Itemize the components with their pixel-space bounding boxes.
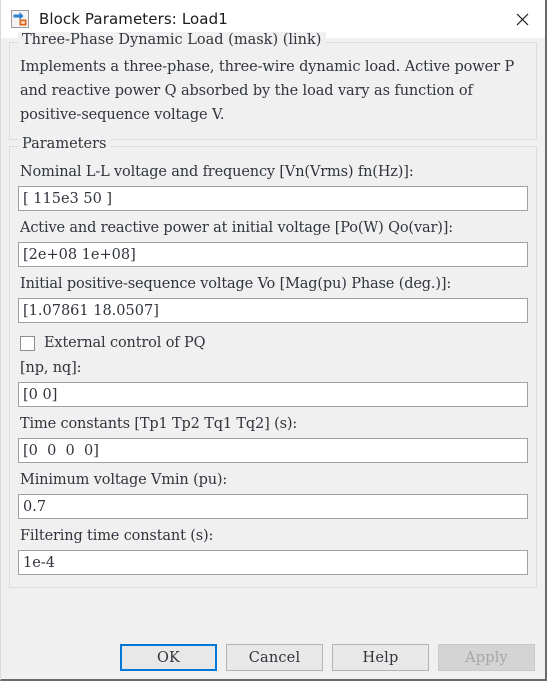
input-filtering-time-constant[interactable] [18,550,528,575]
input-minimum-voltage[interactable] [18,494,528,519]
apply-button: Apply [438,644,535,671]
block-parameters-dialog: Block Parameters: Load1 Three-Phase Dyna… [0,0,547,681]
external-control-pq-row[interactable]: External control of PQ [20,335,528,351]
label-external-control-pq: External control of PQ [44,335,206,351]
mask-description-group: Three-Phase Dynamic Load (mask) (link) I… [9,32,537,140]
cancel-button[interactable]: Cancel [226,644,323,671]
close-icon[interactable] [499,0,545,38]
label-filtering-time-constant: Filtering time constant (s): [20,528,214,544]
input-nominal-voltage-frequency[interactable] [18,186,528,211]
simulink-block-icon [10,9,30,29]
ok-button[interactable]: OK [120,644,217,671]
label-minimum-voltage: Minimum voltage Vmin (pu): [20,472,228,488]
input-time-constants[interactable] [18,438,528,463]
label-time-constants: Time constants [Tp1 Tp2 Tq1 Tq2] (s): [20,416,298,432]
mask-group-inner: Implements a three-phase, three-wire dyn… [18,43,528,131]
label-active-reactive-power: Active and reactive power at initial vol… [20,220,454,236]
input-initial-positive-sequence-voltage[interactable] [18,298,528,323]
input-np-nq[interactable] [18,382,528,407]
mask-group-legend: Three-Phase Dynamic Load (mask) (link) [18,32,327,48]
parameters-group-inner: Nominal L-L voltage and frequency [Vn(Vr… [18,147,528,575]
dialog-content: Three-Phase Dynamic Load (mask) (link) I… [1,32,545,679]
window-title: Block Parameters: Load1 [39,10,228,28]
label-initial-positive-sequence-voltage: Initial positive-sequence voltage Vo [Ma… [20,276,452,292]
label-nominal-voltage-frequency: Nominal L-L voltage and frequency [Vn(Vr… [20,164,414,180]
dialog-button-bar: OK Cancel Help Apply [1,644,545,671]
mask-description-text: Implements a three-phase, three-wire dyn… [20,59,515,123]
help-button[interactable]: Help [332,644,429,671]
input-active-reactive-power[interactable] [18,242,528,267]
parameters-group-legend: Parameters [18,136,112,152]
label-np-nq: [np, nq]: [20,360,82,376]
checkbox-external-control-pq[interactable] [20,335,35,351]
parameters-group: Parameters Nominal L-L voltage and frequ… [9,136,537,588]
